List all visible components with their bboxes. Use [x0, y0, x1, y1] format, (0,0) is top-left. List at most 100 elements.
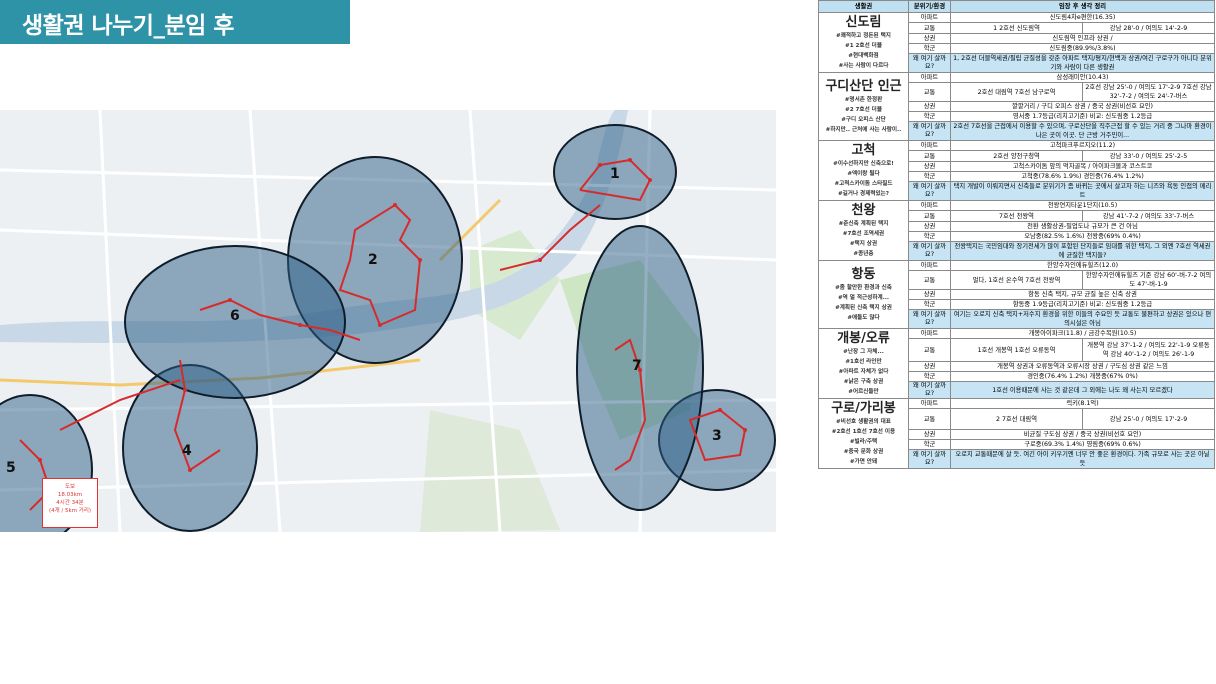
cat-why: 왜 여기 살까요?	[908, 381, 951, 399]
zone-label-4: 4	[182, 443, 192, 459]
cat-school: 학군	[908, 111, 951, 122]
area-cell: 신도림 #쾌적하고 정돈된 택지 #1 2호선 더블 #현대백화점 #사는 사람이 다르…	[818, 12, 909, 73]
school-value: 오남중(82.5% 1.6%) 천왕중(69% 0.4%)	[949, 231, 1216, 242]
traffic-station: 7호선 천왕역	[950, 210, 1083, 222]
traffic-commute: 2호선 강남 25'-0 / 여의도 17'-2-9 7호선 강남 32'-7-…	[1081, 82, 1216, 102]
area-tag: #아파트 자체가 없다	[838, 369, 889, 375]
area-tag: #명서촌 한정판	[844, 97, 883, 103]
area-tag: #7호선 조역세권	[842, 231, 885, 237]
traffic-commute: 강남 33'-0 / 여의도 25'-2-5	[1081, 150, 1216, 162]
traffic-commute: 강남 28'-0 / 여의도 14'-2-9	[1081, 22, 1216, 34]
traffic-commute: 강남 25'-0 / 여의도 17'-2-9	[1081, 408, 1216, 430]
area-tag: #가면 안돼	[849, 459, 878, 465]
traffic-station: 1 2호선 신도림역	[950, 22, 1083, 34]
traffic-station: 2호선 양천구청역	[950, 150, 1083, 162]
area-tag: #구디 오피스 산단	[841, 117, 886, 123]
shop-value: 비균질 구도심 상권 / 중국 상권(비선호 요인)	[949, 429, 1216, 440]
shop-value: 항동 신축 택지, 규모 균질 높은 신축 상권	[949, 289, 1216, 300]
cat-apt: 아파트	[908, 200, 951, 211]
traffic-station: 2호선 대림역 7호선 남구로역	[950, 82, 1083, 102]
summary-table: 생활권 분위기/환경 임장 후 생각 정리 신도림 #쾌적하고 정돈된 택지 #1 …	[818, 0, 1216, 684]
school-value: 구로중(69.3% 1.4%) 영림중(69% 0.6%)	[949, 439, 1216, 450]
traffic-commute: 강남 41'-7-2 / 여의도 33'-7-버스	[1081, 210, 1216, 222]
cat-school: 학군	[908, 299, 951, 310]
cat-school: 학군	[908, 171, 951, 182]
apt-value: 천왕연지타운1단지(10.5)	[949, 200, 1216, 211]
why-value: 오로지 교통때문에 살 듯. 여긴 아이 키우기엔 너무 안 좋은 환경이다. …	[949, 449, 1216, 469]
table-row: 신도림 #쾌적하고 정돈된 택지 #1 2호선 더블 #현대백화점 #사는 사람이 다르…	[818, 12, 1216, 73]
cat-traffic: 교통	[908, 210, 951, 222]
apt-value: 고척파크푸르지오(11.2)	[949, 140, 1216, 151]
zone-label-5: 5	[6, 460, 16, 476]
area-tag: #택지 상권	[849, 241, 878, 247]
area-tag: #역 멀 적근성하계...	[838, 295, 889, 301]
cat-shop: 상권	[908, 33, 951, 44]
cat-apt: 아파트	[908, 398, 951, 409]
area-name: 항동	[851, 267, 876, 282]
cat-shop: 상권	[908, 289, 951, 300]
title-banner: 생활권 나누기_분임 후	[0, 0, 350, 44]
cat-traffic: 교통	[908, 338, 951, 362]
shop-value: 신도림역 인프라 상권 /	[949, 33, 1216, 44]
cat-traffic: 교통	[908, 82, 951, 102]
cat-shop: 상권	[908, 161, 951, 172]
area-name: 구디산단 인근	[825, 79, 902, 94]
area-name: 개봉/오류	[837, 331, 890, 346]
area-tag: #애들도 많다	[847, 315, 880, 321]
apt-value: 신도림4차e편한(16.35)	[949, 12, 1216, 23]
area-name: 고척	[851, 143, 876, 158]
area-name: 천왕	[851, 203, 876, 218]
map-panel: 1 2 3 4 5 6 7	[0, 110, 776, 532]
cat-shop: 상권	[908, 101, 951, 112]
area-tag: #엑이랑 될다	[847, 171, 880, 177]
area-tag: #종년층	[853, 251, 874, 257]
why-value: 1, 2호선 더블역세권/필립 균질성을 갖춘 아파트 택지/평지/현백과 상권…	[949, 53, 1216, 73]
traffic-commute: 한양수자인에듀힐즈 기준 강남 60'-버-7-2 여의도 47'-버-1-9	[1081, 270, 1216, 290]
cat-school: 학군	[908, 439, 951, 450]
area-tag: #난장 그 자체...	[843, 349, 884, 355]
legend-distance: 18.03km	[57, 492, 83, 498]
area-tag: #이수선하지만 신축으로!	[833, 161, 894, 167]
legend-mode: 도보	[64, 484, 76, 490]
area-cell: 구로/가리봉 #비선호 생활권의 대표 #2호선 1호선 7호선 이용 #빌라/주택 #…	[818, 398, 909, 469]
table-row: 구로/가리봉 #비선호 생활권의 대표 #2호선 1호선 7호선 이용 #빌라/주택 #…	[818, 398, 1216, 469]
cat-school: 학군	[908, 371, 951, 382]
area-tag: #어르신들만	[848, 389, 879, 395]
table-row: 항동 #좀 할만한 환경과 신축 #역 멀 적근성하계... #계획된 신축 택지 상…	[818, 260, 1216, 329]
area-tag: #비선호 생활권의 대표	[836, 419, 891, 425]
col-header-cat: 분위기/환경	[908, 0, 951, 13]
col-header-summary: 임장 후 생각 정리	[949, 0, 1216, 13]
cat-shop: 상권	[908, 221, 951, 232]
area-cell: 구디산단 인근 #명서촌 한정판 #2 7호선 더블 #구디 오피스 산단 #하지만..…	[818, 72, 909, 141]
legend-time: 4시간 34분	[56, 500, 84, 506]
col-header-area: 생활권	[818, 0, 909, 13]
zone-label-7: 7	[632, 358, 642, 374]
traffic-station: 2 7호선 대림역	[950, 408, 1083, 430]
area-name: 구로/가리봉	[831, 401, 896, 416]
school-value: 항동중 1.9등급(리치고기준) 비교: 신도림중 1.2등급	[949, 299, 1216, 310]
apt-value: 럭키(8.1억)	[949, 398, 1216, 409]
cat-traffic: 교통	[908, 270, 951, 290]
zone-label-1: 1	[610, 166, 620, 182]
why-value: 여기는 오로지 신축 택지+저수지 환경을 위한 이들의 수요인 듯 교통도 불…	[949, 309, 1216, 329]
area-tag: #1 2호선 더블	[845, 43, 882, 49]
cat-traffic: 교통	[908, 408, 951, 430]
area-tag: #하지만.. 근처에 사는 사람이..	[825, 127, 902, 133]
page-title: 생활권 나누기_분임 후	[22, 13, 234, 39]
area-name: 신도림	[845, 15, 882, 30]
shop-value: 고척스카이돔 앞의 먹자골목 / 아이파크몰과 코스트코	[949, 161, 1216, 172]
area-tag: #계획된 신축 택지 상권	[835, 305, 892, 311]
why-value: 1호선 이용때문에 사는 것 같은데 그 외에는 나도 왜 사는지 모르겠다	[949, 381, 1216, 399]
cat-why: 왜 여기 살까요?	[908, 309, 951, 329]
apt-value: 삼성래미안(10.43)	[949, 72, 1216, 83]
zone-label-6: 6	[230, 308, 240, 324]
cat-why: 왜 여기 살까요?	[908, 53, 951, 73]
cat-apt: 아파트	[908, 140, 951, 151]
cat-apt: 아파트	[908, 72, 951, 83]
shop-value: 개봉역 상권과 오류동역과 오류시장 상권 / 구도심 상권 같은 느낌	[949, 361, 1216, 372]
area-tag: #중국 문화 상권	[843, 449, 884, 455]
area-tag: #좀 할만한 환경과 신축	[835, 285, 892, 291]
shop-value: 천환 생활상권-필업도나 규모가 큰 건 아님	[949, 221, 1216, 232]
cat-traffic: 교통	[908, 22, 951, 34]
area-cell: 천왕 #준신축 계획된 택지 #7호선 조역세권 #택지 상권 #종년층	[818, 200, 909, 261]
